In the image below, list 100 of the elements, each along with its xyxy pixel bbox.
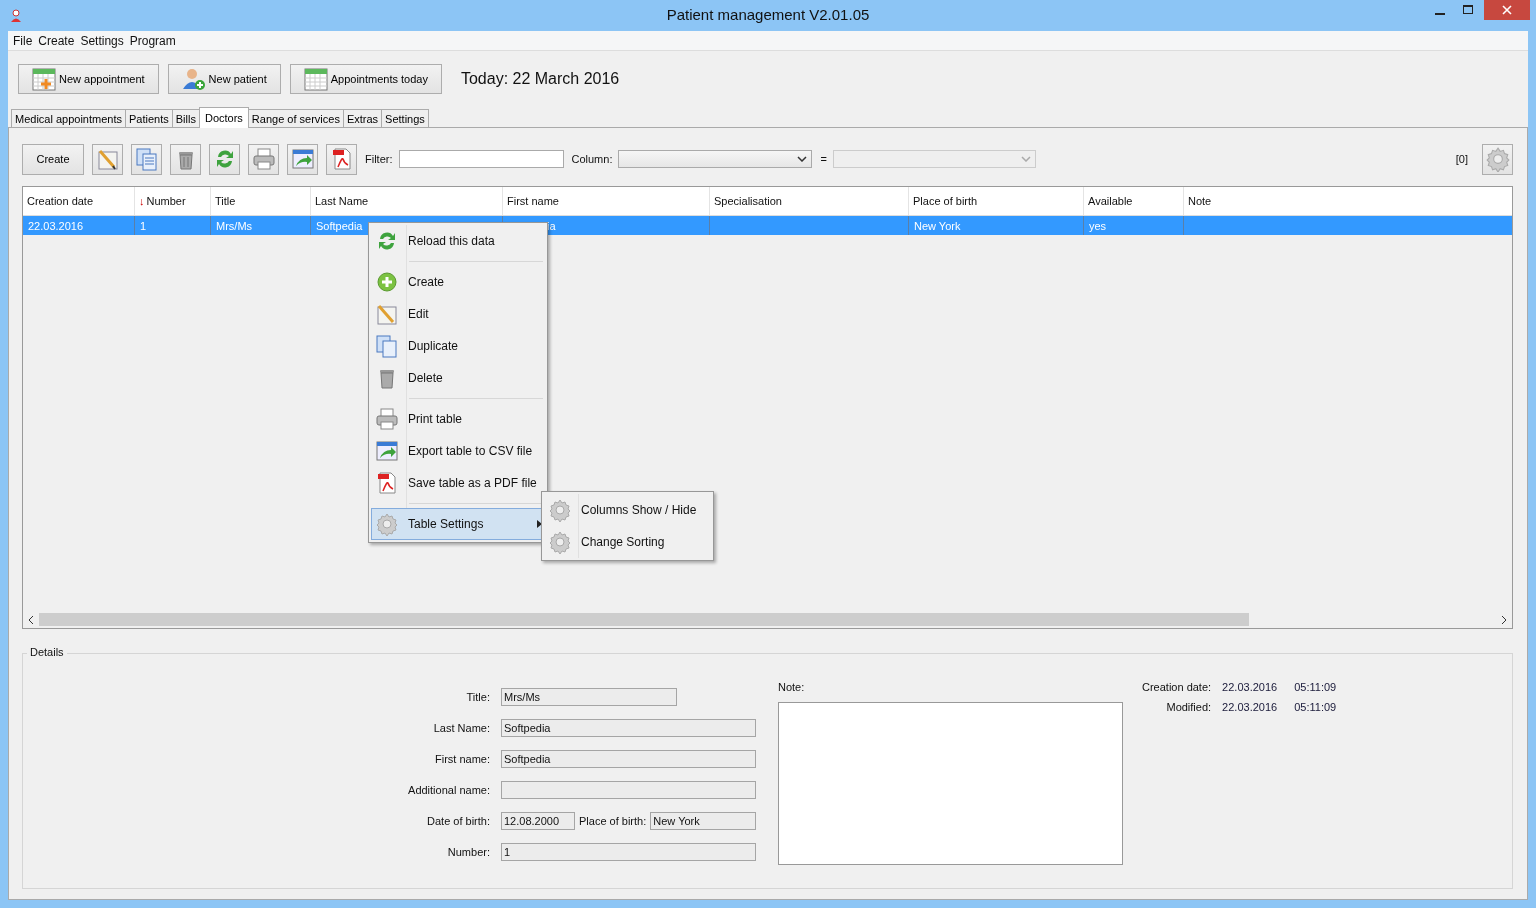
field-label: Place of birth: <box>579 815 647 828</box>
tab[interactable]: Doctors <box>198 107 249 128</box>
scroll-left-icon[interactable] <box>27 614 35 625</box>
print-button[interactable] <box>248 143 279 175</box>
menu-item[interactable]: Columns Show / Hide <box>544 494 711 526</box>
tab[interactable]: Range of services <box>247 109 344 127</box>
menu-item[interactable]: Export table to CSV file <box>371 435 545 467</box>
menu-item[interactable]: Create <box>371 266 545 298</box>
table-cell: 22.03.2016 <box>28 219 84 232</box>
tab[interactable]: Settings <box>381 109 429 127</box>
calendar-plus-icon <box>32 67 56 91</box>
table-cell: 1 <box>140 219 147 232</box>
printer-icon <box>251 147 276 171</box>
filter-label: Filter: <box>365 153 393 165</box>
menu-item[interactable]: File <box>10 33 36 48</box>
date-value: 22.03.2016 <box>1222 681 1278 693</box>
column-header[interactable]: First name <box>503 187 710 215</box>
today-date: Today: 22 March 2016 <box>460 70 620 88</box>
filter-field[interactable] <box>398 150 564 168</box>
toolbar-button[interactable]: New appointment <box>18 64 159 94</box>
field-label: Additional name: <box>407 784 490 797</box>
close-icon <box>1502 5 1512 15</box>
column-label: Column: <box>571 153 613 165</box>
refresh-button[interactable] <box>209 143 240 175</box>
input-field[interactable] <box>501 781 756 800</box>
record-count: [0] <box>1455 153 1468 165</box>
input-field[interactable]: 12.08.2000 <box>501 812 575 831</box>
documents-icon <box>375 334 399 358</box>
documents-icon <box>134 147 159 171</box>
menu-item[interactable]: Change Sorting <box>544 526 711 558</box>
column-header[interactable]: Creation date <box>23 187 135 215</box>
pencil-notepad-icon <box>95 147 120 171</box>
column-header[interactable]: Note <box>1184 187 1512 215</box>
tab[interactable]: Medical appointments <box>11 109 126 127</box>
gear-icon <box>1484 146 1511 172</box>
field-label: Title: <box>465 690 490 703</box>
field-label: Last Name: <box>432 721 490 734</box>
table-cell: New York <box>914 219 961 232</box>
equals-sign: = <box>820 153 827 165</box>
input-field[interactable]: New York <box>650 812 757 831</box>
plus-circle-icon <box>375 270 399 294</box>
column-header[interactable]: ↓ Number <box>135 187 211 215</box>
column-header[interactable]: Available <box>1084 187 1184 215</box>
menu-item[interactable]: Delete <box>371 362 545 394</box>
table-cell: Mrs/Ms <box>216 219 253 232</box>
menu-item[interactable]: Duplicate <box>371 330 545 362</box>
person-add-icon <box>181 67 206 91</box>
maximize-icon <box>1463 5 1473 15</box>
delete-button[interactable] <box>170 143 201 175</box>
column-header[interactable]: Specialisation <box>710 187 909 215</box>
submenu-arrow-icon <box>537 520 542 528</box>
time-value: 05:11:09 <box>1294 701 1337 713</box>
input-field[interactable]: Mrs/Ms <box>501 687 677 706</box>
calendar-icon <box>303 67 328 91</box>
column-header[interactable]: Place of birth <box>909 187 1084 215</box>
menu-item[interactable]: Create <box>35 33 78 48</box>
field-label: Date of birth: <box>426 815 490 828</box>
date-label: Modified: <box>1165 701 1212 713</box>
export-button[interactable] <box>287 143 318 175</box>
pencil-notepad-icon <box>375 302 399 326</box>
note-field[interactable] <box>778 702 1123 865</box>
scrollbar-thumb[interactable] <box>39 613 1249 626</box>
column-header[interactable]: Last Name <box>311 187 503 215</box>
settings-button[interactable] <box>1482 143 1513 175</box>
gear-icon <box>548 498 572 522</box>
app-icon <box>10 8 24 23</box>
menu-item[interactable]: Print table <box>371 403 545 435</box>
note-label: Note: <box>778 681 806 693</box>
scroll-right-icon[interactable] <box>1500 614 1508 625</box>
duplicate-button[interactable] <box>131 143 162 175</box>
chevron-down-icon <box>797 156 808 162</box>
field-label: First name: <box>434 752 490 765</box>
menu-item[interactable]: Settings <box>77 33 127 48</box>
menu-item[interactable]: Save table as a PDF file <box>371 467 545 499</box>
minimize-icon <box>1435 12 1445 15</box>
menu-item[interactable]: Edit <box>371 298 545 330</box>
gear-icon <box>548 530 572 554</box>
toolbar-button[interactable]: Appointments today <box>289 64 442 94</box>
table-cell: ia <box>547 219 556 232</box>
pdf-file-icon <box>375 471 399 495</box>
value-dropdown[interactable] <box>832 150 1036 168</box>
printer-icon <box>375 407 399 431</box>
toolbar-button[interactable]: New patient <box>167 64 281 94</box>
column-dropdown[interactable] <box>618 150 813 168</box>
date-label: Creation date: <box>1142 681 1212 693</box>
table-cell: Softpedia <box>316 219 363 232</box>
window-title: Patient management V2.01.05 <box>666 6 870 23</box>
edit-button[interactable] <box>92 143 123 175</box>
date-value: 22.03.2016 <box>1222 701 1278 713</box>
input-field[interactable]: Softpedia <box>501 718 756 737</box>
input-field[interactable]: Softpedia <box>501 749 756 768</box>
gear-icon <box>375 512 399 536</box>
input-field[interactable]: 1 <box>501 843 756 862</box>
create-button[interactable]: Create <box>22 143 84 175</box>
pdf-button[interactable] <box>326 143 357 175</box>
table-cell: yes <box>1089 219 1107 232</box>
field-label: Number: <box>446 846 490 859</box>
chevron-down-icon <box>1020 156 1031 162</box>
column-header[interactable]: Title <box>211 187 311 215</box>
menu-item[interactable]: Program <box>126 33 179 48</box>
